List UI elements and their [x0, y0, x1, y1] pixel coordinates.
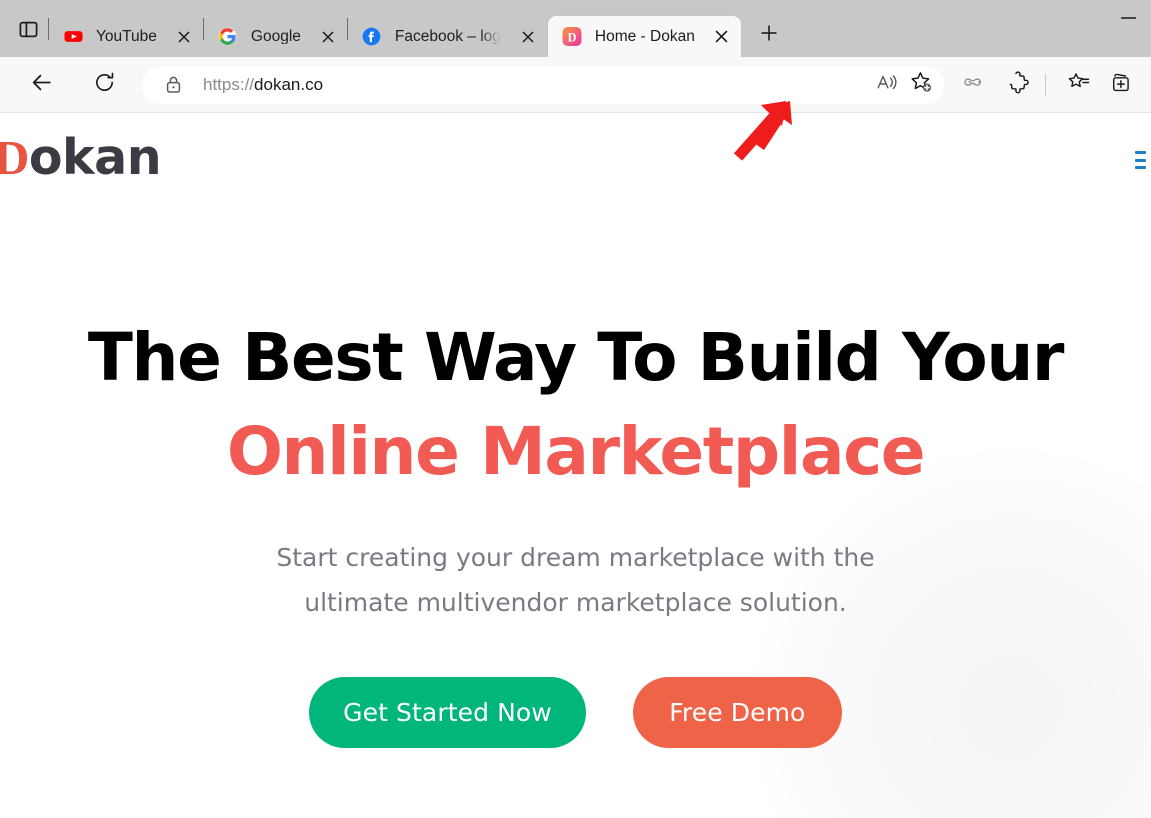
copilot-button[interactable]	[958, 67, 994, 103]
url-host: dokan.co	[254, 76, 324, 93]
close-icon[interactable]	[315, 24, 341, 50]
tab-facebook[interactable]: Facebook – log	[348, 16, 547, 57]
toolbar-divider	[1045, 73, 1046, 96]
tab-youtube[interactable]: YouTube	[49, 16, 203, 57]
add-favorite-button[interactable]	[904, 68, 938, 102]
reload-icon	[93, 71, 116, 99]
reload-button[interactable]	[85, 66, 123, 104]
hero-subtitle: Start creating your dream marketplace wi…	[231, 536, 921, 625]
minimize-button[interactable]	[1105, 0, 1151, 40]
logo-initial: D	[0, 130, 29, 185]
close-icon[interactable]	[709, 24, 735, 50]
address-bar[interactable]: https://dokan.co	[142, 65, 944, 104]
page-title: The Best Way To Build Your Online Market…	[0, 311, 1151, 498]
browser-window: YouTube Google Facebook – log D Home - D…	[0, 0, 1151, 818]
close-icon[interactable]	[171, 24, 197, 50]
copilot-icon	[964, 72, 988, 97]
google-icon	[218, 27, 238, 47]
tab-label: YouTube	[96, 28, 157, 45]
facebook-icon	[362, 27, 382, 47]
lock-icon	[162, 74, 184, 96]
hamburger-menu-icon[interactable]	[1135, 151, 1151, 169]
add-favorite-star-icon	[909, 70, 933, 99]
hero-subtitle-line2: multivendor marketplace solution.	[416, 587, 847, 617]
close-icon[interactable]	[515, 24, 541, 50]
read-aloud-icon	[876, 72, 899, 98]
browser-toolbar: https://dokan.co	[0, 57, 1151, 161]
extensions-puzzle-icon	[1007, 70, 1030, 99]
new-tab-button[interactable]	[751, 17, 787, 53]
extensions-button[interactable]	[1000, 67, 1036, 103]
hero-heading-line1: The Best Way To Build Your	[87, 319, 1065, 396]
youtube-icon	[63, 27, 83, 47]
url-scheme: https://	[203, 76, 255, 93]
logo-text: okan	[28, 129, 162, 186]
dokan-logo[interactable]: Dokan	[0, 130, 162, 185]
plus-icon	[759, 23, 779, 48]
collections-button[interactable]	[1103, 67, 1139, 103]
tab-strip: YouTube Google Facebook – log D Home - D…	[0, 0, 1151, 57]
tab-label: Google	[250, 28, 301, 45]
address-bar-url: https://dokan.co	[203, 76, 870, 93]
free-demo-button[interactable]: Free Demo	[632, 677, 842, 749]
minimize-icon	[1120, 11, 1137, 29]
read-aloud-button[interactable]	[870, 68, 904, 102]
back-arrow-icon	[29, 70, 54, 100]
hero-cta-row: Get Started Now Free Demo	[0, 677, 1151, 749]
collections-icon	[1109, 71, 1133, 99]
hero-heading-line2: Online Marketplace	[226, 412, 926, 490]
tab-home-dokan[interactable]: D Home - Dokan	[547, 16, 741, 57]
site-header: Dokan	[0, 113, 1151, 201]
svg-text:D: D	[567, 30, 576, 44]
dokan-icon: D	[562, 27, 582, 47]
favorites-star-list-icon	[1067, 71, 1091, 99]
tab-label: Facebook – log	[394, 28, 501, 45]
tab-label: Home - Dokan	[594, 28, 695, 45]
hero-section: The Best Way To Build Your Online Market…	[0, 201, 1151, 749]
tab-search-icon	[19, 20, 38, 39]
page-viewport: Dokan The Best Way To Build Your Online …	[0, 113, 1151, 818]
tab-search-button[interactable]	[8, 9, 48, 49]
back-button[interactable]	[22, 66, 60, 104]
window-controls	[1105, 0, 1151, 57]
favorites-button[interactable]	[1061, 67, 1097, 103]
tab-google[interactable]: Google	[204, 16, 347, 57]
get-started-button[interactable]: Get Started Now	[309, 677, 586, 749]
